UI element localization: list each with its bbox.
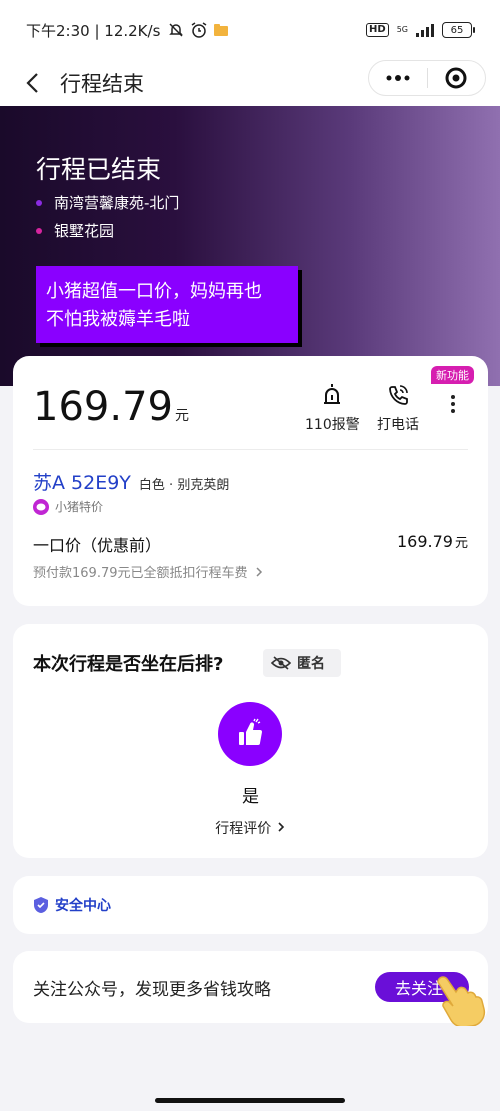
destination-text: 银墅花园 bbox=[54, 222, 115, 240]
service-tag-label: 小猪特价 bbox=[55, 500, 104, 514]
shield-icon bbox=[33, 897, 49, 913]
call-label: 打电话 bbox=[377, 417, 419, 433]
nav-bar: 行程结束 bbox=[0, 60, 500, 106]
origin-row: 南湾营馨康苑-北门 bbox=[36, 192, 179, 213]
phone-call-icon bbox=[389, 385, 408, 405]
page-title: 行程结束 bbox=[60, 72, 144, 96]
hidden-eye-icon bbox=[271, 656, 291, 670]
target-icon bbox=[445, 67, 467, 89]
folder-icon bbox=[214, 24, 229, 36]
fare-price: 169.79 元 bbox=[33, 384, 189, 430]
more-menu-button[interactable] bbox=[369, 61, 427, 95]
signal-bars-icon bbox=[416, 23, 434, 37]
hero-title: 行程已结束 bbox=[36, 155, 162, 184]
divider bbox=[33, 449, 468, 450]
thumbs-up-icon bbox=[239, 718, 262, 745]
more-options-button[interactable] bbox=[443, 392, 463, 416]
call-driver-button[interactable]: 打电话 bbox=[377, 384, 419, 434]
car-description: 白色 · 别克英朗 bbox=[138, 478, 230, 493]
trip-rating-link[interactable]: 行程评价 bbox=[13, 818, 488, 838]
chevron-right-icon bbox=[255, 566, 262, 577]
alarm-clock-icon bbox=[191, 22, 207, 38]
fixed-price-value: 169.79 bbox=[397, 532, 453, 551]
police-110-button[interactable]: 110报警 bbox=[305, 384, 360, 434]
fixed-price-label: 一口价（优惠前） bbox=[33, 536, 162, 555]
safety-center-card[interactable]: 安全中心 bbox=[13, 876, 488, 934]
fixed-price-row: 一口价（优惠前） 169.79 元 bbox=[33, 532, 468, 556]
anonymous-label: 匿名 bbox=[297, 656, 325, 672]
police-label: 110报警 bbox=[305, 417, 360, 433]
network-type: 5G bbox=[396, 25, 408, 34]
trip-ended-hero: 行程已结束 南湾营馨康苑-北门 银墅花园 小猪超值一口价，妈妈再也 不怕我被薅羊… bbox=[0, 106, 500, 386]
police-siren-icon bbox=[324, 384, 341, 404]
mini-program-capsule bbox=[368, 60, 486, 96]
battery-level: 65 bbox=[450, 24, 464, 36]
follow-account-card: 关注公众号，发现更多省钱攻略 去关注 bbox=[13, 951, 488, 1023]
more-dot bbox=[451, 402, 455, 406]
service-tag: 小猪特价 bbox=[33, 498, 103, 515]
promo-banner: 小猪超值一口价，妈妈再也 不怕我被薅羊毛啦 bbox=[36, 266, 298, 343]
more-dots-icon bbox=[386, 75, 410, 81]
status-bar: 下午2:30 | 12.2K/s HD 5G 65 bbox=[0, 0, 500, 60]
yes-label: 是 bbox=[242, 787, 259, 807]
yes-thumbs-up-button[interactable] bbox=[218, 702, 282, 766]
license-plate: 苏A 52E9Y bbox=[33, 472, 131, 494]
pig-icon bbox=[33, 498, 49, 515]
status-right: HD 5G 65 bbox=[366, 22, 475, 38]
destination-row: 银墅花园 bbox=[36, 220, 114, 241]
more-dot bbox=[451, 395, 455, 399]
rear-seat-question: 本次行程是否坐在后排? bbox=[33, 654, 224, 675]
price-amount: 169.79 bbox=[33, 384, 173, 430]
new-feature-badge: 新功能 bbox=[431, 366, 474, 384]
fixed-price-unit: 元 bbox=[454, 536, 468, 551]
origin-dot bbox=[36, 199, 42, 206]
price-unit: 元 bbox=[174, 408, 189, 424]
battery-icon: 65 bbox=[442, 22, 475, 38]
fare-card: 169.79 元 110报警 打电话 新功能 苏A 52E9Y 白色 · 别克英… bbox=[13, 356, 488, 606]
vehicle-row: 苏A 52E9Y 白色 · 别克英朗 bbox=[33, 468, 229, 495]
back-arrow-icon bbox=[26, 73, 38, 93]
prepaid-note-link[interactable]: 预付款169.79元已全额抵扣行程车费 bbox=[33, 562, 266, 581]
pointing-hand-icon bbox=[437, 976, 486, 1026]
more-dot bbox=[451, 409, 455, 413]
promo-line-1: 小猪超值一口价，妈妈再也 bbox=[46, 281, 262, 302]
chevron-right-icon bbox=[278, 822, 284, 832]
status-time-speed: 下午2:30 | 12.2K/s bbox=[26, 21, 161, 40]
rear-seat-card: 本次行程是否坐在后排? 匿名 是 行程评价 bbox=[13, 624, 488, 858]
destination-dot bbox=[36, 227, 42, 234]
hd-badge: HD bbox=[366, 23, 389, 37]
signal-icon: 5G bbox=[397, 26, 408, 34]
origin-text: 南湾营馨康苑-北门 bbox=[54, 194, 180, 212]
prepaid-text: 预付款169.79元已全额抵扣行程车费 bbox=[33, 566, 248, 581]
trip-rating-label: 行程评价 bbox=[215, 821, 272, 837]
close-mini-program-button[interactable] bbox=[428, 61, 486, 95]
mute-bell-icon bbox=[169, 23, 184, 37]
status-icons bbox=[168, 21, 229, 39]
back-button[interactable] bbox=[12, 63, 52, 103]
promo-line-2: 不怕我被薅羊毛啦 bbox=[46, 309, 190, 330]
anonymous-toggle[interactable]: 匿名 bbox=[263, 649, 341, 677]
home-indicator[interactable] bbox=[155, 1098, 345, 1103]
safety-center-label: 安全中心 bbox=[55, 898, 111, 914]
follow-text: 关注公众号，发现更多省钱攻略 bbox=[33, 979, 271, 1000]
fixed-price-value-wrap: 169.79 元 bbox=[397, 532, 468, 556]
status-left: 下午2:30 | 12.2K/s bbox=[26, 20, 229, 41]
